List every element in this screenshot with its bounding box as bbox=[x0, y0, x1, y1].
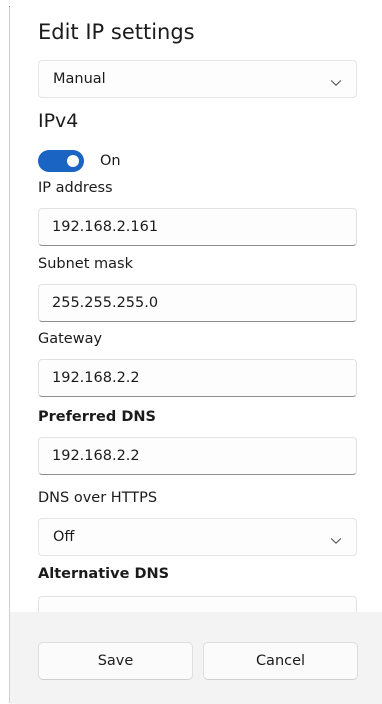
ipv4-toggle-state: On bbox=[100, 153, 121, 169]
ip-address-input[interactable]: 192.168.2.161 bbox=[38, 208, 357, 246]
ipv4-toggle-row: On bbox=[38, 150, 121, 172]
chevron-down-icon bbox=[330, 75, 342, 86]
alternative-dns-label: Alternative DNS bbox=[38, 566, 170, 582]
subnet-mask-value: 255.255.255.0 bbox=[52, 295, 159, 311]
cancel-button[interactable]: Cancel bbox=[203, 642, 358, 680]
dialog-footer: Save Cancel bbox=[10, 612, 382, 704]
edit-ip-settings-dialog: Edit IP settings Manual IPv4 On IP addre… bbox=[0, 0, 382, 704]
chevron-down-icon bbox=[330, 533, 342, 544]
save-button[interactable]: Save bbox=[38, 642, 193, 680]
dns-over-https-select[interactable]: Off bbox=[38, 518, 357, 556]
dns-over-https-value: Off bbox=[53, 529, 75, 545]
gateway-input[interactable]: 192.168.2.2 bbox=[38, 359, 357, 397]
alternative-dns-input[interactable] bbox=[38, 596, 357, 612]
ip-mode-value: Manual bbox=[53, 71, 106, 87]
ipv4-toggle[interactable] bbox=[38, 150, 84, 172]
dialog-title: Edit IP settings bbox=[38, 20, 195, 44]
preferred-dns-label: Preferred DNS bbox=[38, 409, 156, 425]
ip-address-label: IP address bbox=[38, 180, 113, 196]
gateway-value: 192.168.2.2 bbox=[52, 370, 140, 386]
ip-mode-select[interactable]: Manual bbox=[38, 60, 357, 98]
subnet-mask-input[interactable]: 255.255.255.0 bbox=[38, 284, 357, 322]
ip-address-value: 192.168.2.161 bbox=[52, 219, 159, 235]
dns-over-https-label: DNS over HTTPS bbox=[38, 490, 158, 506]
preferred-dns-input[interactable]: 192.168.2.2 bbox=[38, 437, 357, 475]
preferred-dns-value: 192.168.2.2 bbox=[52, 448, 140, 464]
toggle-knob bbox=[67, 155, 79, 167]
dialog-content[interactable]: Edit IP settings Manual IPv4 On IP addre… bbox=[10, 0, 382, 612]
ipv4-heading: IPv4 bbox=[38, 110, 79, 132]
gateway-label: Gateway bbox=[38, 331, 103, 347]
subnet-mask-label: Subnet mask bbox=[38, 256, 133, 272]
